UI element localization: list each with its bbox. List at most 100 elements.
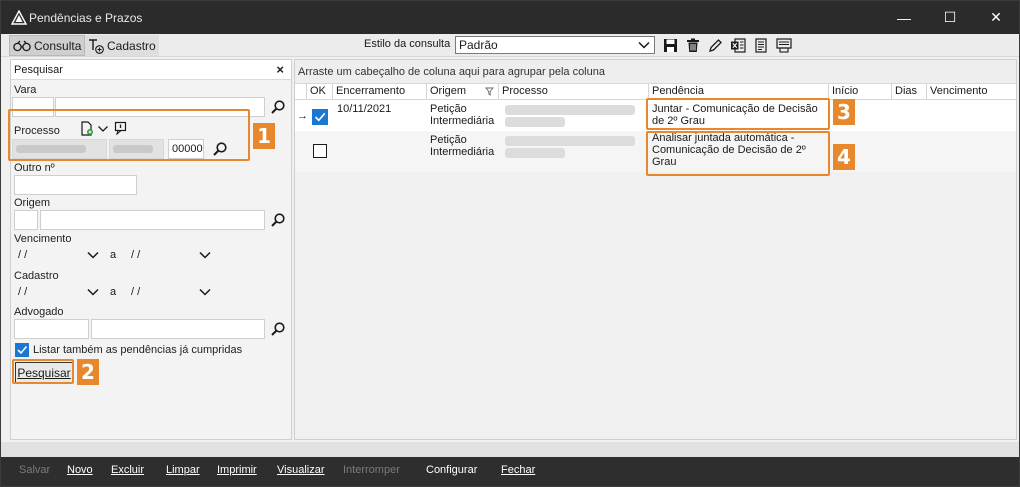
row-ok-checkbox[interactable] — [313, 144, 327, 158]
limpar-command[interactable]: Limpar — [166, 464, 200, 476]
chevron-down-icon — [199, 251, 211, 259]
vencimento-label: Vencimento — [14, 233, 72, 245]
configurar-command[interactable]: Configurar — [426, 464, 477, 476]
save-icon — [663, 38, 677, 52]
vara-label: Vara — [14, 84, 37, 96]
origem-input[interactable] — [40, 210, 265, 230]
column-origem[interactable]: Origem — [427, 84, 499, 100]
vencimento-to-select[interactable]: / / — [127, 245, 214, 265]
listar-cumpridas-checkbox[interactable] — [15, 343, 29, 357]
search-panel-header: Pesquisar × — [11, 60, 291, 80]
annotation-box-2 — [12, 359, 74, 384]
vara-search-icon[interactable] — [270, 99, 286, 115]
style-select[interactable]: Padrão — [455, 36, 655, 54]
column-inicio[interactable]: Início — [829, 84, 892, 100]
close-window-button[interactable]: ✕ — [973, 1, 1019, 34]
style-label: Estilo da consulta — [364, 38, 451, 50]
advogado-input[interactable] — [91, 319, 265, 339]
row-indicator-header — [295, 84, 307, 100]
close-panel-button[interactable]: × — [276, 62, 284, 77]
maximize-button[interactable]: ☐ — [927, 1, 973, 34]
tab-consulta[interactable]: Consulta — [9, 35, 86, 56]
excluir-command[interactable]: Excluir — [111, 464, 144, 476]
filter-icon[interactable] — [485, 87, 494, 96]
cadastro-from-select[interactable]: / / — [14, 282, 102, 302]
salvar-command: Salvar — [19, 464, 51, 476]
outro-numero-input[interactable] — [14, 175, 137, 195]
row-processo-blurred — [505, 148, 565, 158]
command-bar: Salvar Novo Excluir Limpar Imprimir Visu… — [1, 457, 1019, 486]
cadastro-from-value: / / — [18, 286, 28, 298]
row-indicator: → — [297, 110, 308, 122]
grid-empty-area — [295, 172, 1016, 439]
imprimir-command[interactable]: Imprimir — [217, 464, 257, 476]
row-origem-line1: Petição — [430, 134, 467, 146]
advogado-search-icon[interactable] — [270, 321, 286, 337]
vencimento-from-select[interactable]: / / — [14, 245, 102, 265]
tab-cadastro-label: Cadastro — [107, 38, 156, 53]
window-title: Pendências e Prazos — [29, 11, 143, 25]
row-processo-blurred — [505, 117, 565, 127]
cadastro-label: Cadastro — [14, 270, 59, 282]
annotation-badge-2: 2 — [77, 359, 99, 385]
column-encerramento[interactable]: Encerramento — [333, 84, 427, 100]
document-button[interactable] — [752, 36, 770, 54]
print-preview-button[interactable] — [775, 36, 793, 54]
app-logo-icon — [11, 10, 27, 25]
group-by-area[interactable]: Arraste um cabeçalho de coluna aqui para… — [295, 60, 1016, 84]
minimize-button[interactable]: — — [881, 1, 927, 34]
interromper-command: Interromper — [343, 464, 400, 476]
row-ok-checkbox[interactable] — [312, 109, 328, 125]
toolbar: Consulta Cadastro Estilo da consulta Pad… — [1, 34, 1019, 57]
edit-pencil-icon — [708, 38, 722, 52]
fechar-command[interactable]: Fechar — [501, 464, 535, 476]
text-add-icon — [89, 38, 104, 54]
advogado-code-input[interactable] — [14, 319, 89, 339]
tab-consulta-label: Consulta — [34, 38, 82, 53]
novo-command[interactable]: Novo — [67, 464, 93, 476]
chevron-down-icon — [638, 41, 650, 49]
origem-label: Origem — [14, 197, 51, 209]
vencimento-to-value: / / — [131, 249, 141, 261]
vencimento-range-separator: a — [110, 249, 117, 261]
column-dias[interactable]: Dias — [892, 84, 927, 100]
checkmark-icon — [314, 112, 326, 122]
outro-numero-label: Outro nº — [14, 162, 55, 174]
document-icon — [755, 37, 767, 53]
row-origem-line2: Intermediária — [430, 115, 495, 127]
column-vencimento[interactable]: Vencimento — [927, 84, 1016, 100]
delete-button[interactable] — [684, 36, 702, 54]
save-button[interactable] — [661, 36, 679, 54]
column-ok[interactable]: OK — [307, 84, 333, 100]
search-panel-title: Pesquisar — [14, 64, 63, 76]
main-window: Pendências e Prazos — ☐ ✕ Consulta Cadas… — [0, 0, 1020, 487]
annotation-badge-1: 1 — [253, 123, 275, 149]
visualizar-command[interactable]: Visualizar — [277, 464, 325, 476]
tab-cadastro[interactable]: Cadastro — [85, 35, 159, 56]
status-strip — [1, 442, 1019, 457]
excel-export-icon — [731, 37, 746, 53]
cadastro-range-separator: a — [110, 286, 117, 298]
cadastro-to-select[interactable]: / / — [127, 282, 214, 302]
row-origem-line2: Intermediária — [430, 146, 495, 158]
origem-code-input[interactable] — [14, 210, 38, 230]
excel-export-button[interactable] — [729, 36, 747, 54]
checkmark-icon — [17, 345, 28, 355]
column-processo[interactable]: Processo — [499, 84, 649, 100]
column-origem-label: Origem — [430, 85, 467, 97]
cadastro-to-value: / / — [131, 286, 141, 298]
origem-search-icon[interactable] — [270, 212, 286, 228]
row-origem-line1: Petição — [430, 103, 467, 115]
annotation-box-1 — [8, 109, 250, 161]
chevron-down-icon — [87, 288, 99, 296]
annotation-box-3 — [646, 98, 830, 130]
annotation-box-4 — [646, 131, 830, 176]
annotation-badge-3: 3 — [833, 99, 855, 125]
style-select-value: Padrão — [459, 38, 498, 52]
binoculars-icon — [13, 40, 31, 51]
vencimento-from-value: / / — [18, 249, 28, 261]
title-bar: Pendências e Prazos — ☐ ✕ — [1, 1, 1019, 34]
chevron-down-icon — [87, 251, 99, 259]
edit-button[interactable] — [706, 36, 724, 54]
row-processo-blurred — [505, 136, 635, 146]
